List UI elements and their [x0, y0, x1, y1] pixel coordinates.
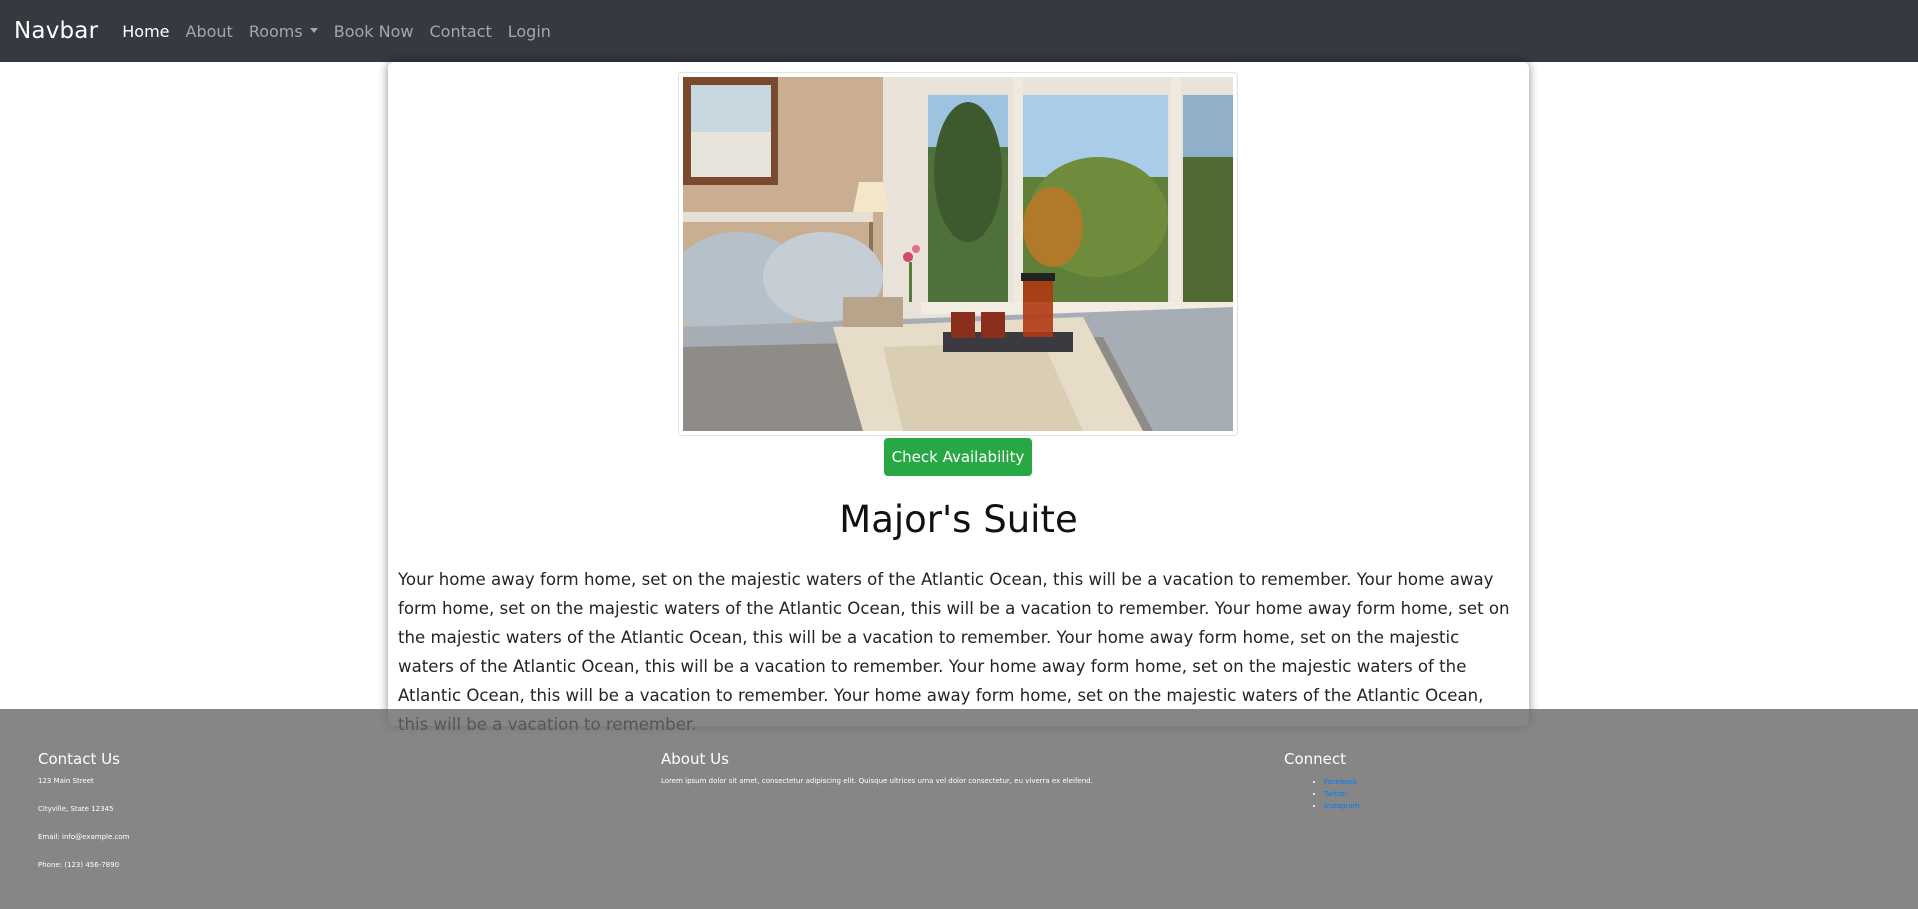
footer-email: Email: info@example.com — [38, 833, 130, 841]
room-photo-frame — [678, 72, 1238, 436]
nav-link-contact[interactable]: Contact — [429, 22, 491, 41]
nav-dropdown-rooms[interactable]: Rooms — [249, 22, 318, 41]
footer-contact-heading: Contact Us — [38, 750, 120, 768]
list-item: Instagram — [1324, 800, 1360, 812]
room-card: Check Availability Major's Suite Your ho… — [388, 62, 1529, 734]
navbar-brand[interactable]: Navbar — [14, 18, 98, 44]
facebook-link[interactable]: Facebook — [1324, 778, 1357, 786]
list-item: Twitter — [1324, 788, 1360, 800]
footer: Contact Us 123 Main Street Cityville, St… — [0, 709, 1918, 909]
check-availability-button[interactable]: Check Availability — [884, 438, 1032, 476]
footer-about-section: About Us Lorem ipsum dolor sit amet, con… — [661, 750, 1221, 786]
nav-link-login[interactable]: Login — [508, 22, 551, 41]
room-title: Major's Suite — [839, 498, 1078, 541]
nav-link-about[interactable]: About — [186, 22, 233, 41]
footer-social-list: Facebook Twitter Instagram — [1284, 776, 1360, 812]
room-photo — [683, 77, 1233, 431]
footer-about-heading: About Us — [661, 750, 729, 768]
twitter-link[interactable]: Twitter — [1324, 790, 1347, 798]
nav-link-home[interactable]: Home — [122, 22, 169, 41]
footer-address-city: Cityville, State 12345 — [38, 805, 114, 813]
navbar: Navbar Home About Rooms Book Now Contact… — [0, 0, 1918, 62]
footer-phone: Phone: (123) 456-7890 — [38, 861, 120, 869]
footer-connect-heading: Connect — [1284, 750, 1347, 768]
nav-dropdown-rooms-label: Rooms — [248, 21, 303, 41]
nav-link-book-now[interactable]: Book Now — [334, 22, 414, 41]
footer-contact-section: Contact Us 123 Main Street Cityville, St… — [38, 750, 129, 888]
instagram-link[interactable]: Instagram — [1324, 802, 1360, 810]
footer-address-street: 123 Main Street — [38, 777, 94, 785]
footer-about-text: Lorem ipsum dolor sit amet, consectetur … — [661, 777, 1093, 785]
caret-down-icon — [309, 27, 318, 33]
footer-connect-section: Connect Facebook Twitter Instagram — [1284, 750, 1360, 812]
list-item: Facebook — [1324, 776, 1360, 788]
